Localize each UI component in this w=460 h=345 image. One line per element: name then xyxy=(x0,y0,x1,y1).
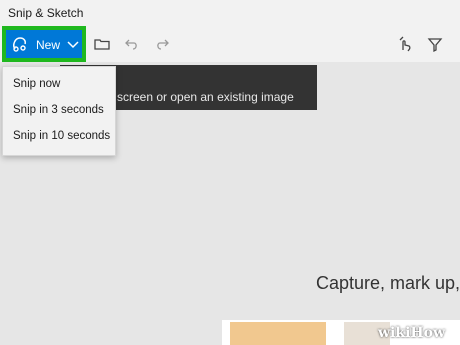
folder-icon[interactable] xyxy=(92,34,112,54)
tooltip-text: screen or open an existing image xyxy=(117,90,294,104)
menu-item-snip-3-seconds[interactable]: Snip in 3 seconds xyxy=(13,104,104,116)
app-title: Snip & Sketch xyxy=(8,6,84,20)
crop-icon[interactable] xyxy=(425,34,445,54)
snip-icon xyxy=(10,34,30,54)
preview-image xyxy=(230,322,326,345)
new-button[interactable]: New xyxy=(6,30,82,58)
undo-icon[interactable] xyxy=(122,34,142,54)
redo-icon[interactable] xyxy=(152,34,172,54)
watermark-logo: wikiHow xyxy=(378,325,446,341)
toolbar: New xyxy=(0,26,460,62)
title-bar: Snip & Sketch xyxy=(0,0,460,27)
touch-writing-icon[interactable] xyxy=(395,34,415,54)
menu-item-snip-now[interactable]: Snip now xyxy=(13,78,60,90)
new-dropdown-menu: Snip now Snip in 3 seconds Snip in 10 se… xyxy=(2,66,116,156)
new-button-highlight: New xyxy=(2,26,86,62)
new-button-label: New xyxy=(36,38,61,52)
canvas-headline: Capture, mark up, xyxy=(316,273,460,293)
menu-item-snip-10-seconds[interactable]: Snip in 10 seconds xyxy=(13,130,110,142)
chevron-down-icon[interactable] xyxy=(66,37,80,51)
